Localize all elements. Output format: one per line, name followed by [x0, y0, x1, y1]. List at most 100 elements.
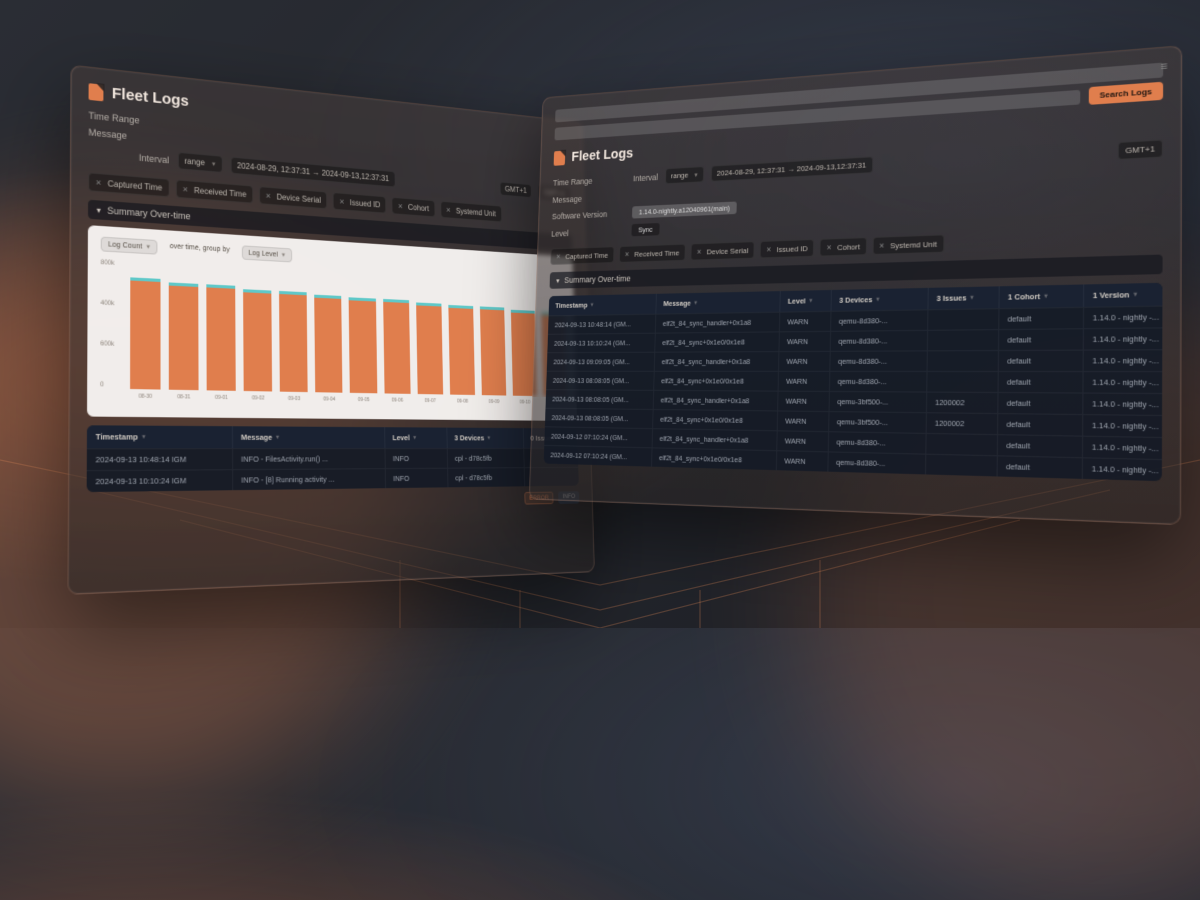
chart-group-label: over time, group by [163, 240, 235, 259]
bar [416, 302, 443, 394]
cell-ts: 2024-09-13 10:48:14 IGM [87, 448, 233, 470]
page-title: Fleet Logs [571, 145, 633, 164]
chip-received-time[interactable]: Received Time [619, 244, 686, 263]
column-header[interactable]: 3 Devices▾ [447, 428, 524, 449]
chart-group-select[interactable]: Log Level [242, 245, 292, 262]
page-title: Fleet Logs [112, 85, 189, 110]
summary-chart: Log Count over time, group by Log Level … [87, 225, 577, 421]
column-header[interactable]: Timestamp▾ [87, 425, 233, 448]
bar [349, 297, 377, 393]
chip-systemd-unit[interactable]: Systemd Unit [872, 234, 944, 255]
cell-coh: default [999, 328, 1084, 350]
bar [383, 299, 411, 394]
cell-ts: 2024-09-13 08:08:05 (GM... [546, 389, 655, 409]
cell-lvl: INFO [386, 468, 449, 488]
cell-dev: qemu-8d380-... [829, 431, 927, 453]
software-version-label: Software Version [552, 208, 626, 221]
chip-device-serial[interactable]: Device Serial [690, 241, 755, 260]
cell-lvl: WARN [779, 371, 831, 391]
column-header[interactable]: Level▾ [780, 290, 832, 312]
cell-iss [928, 308, 999, 330]
cell-msg: INFO - FilesActivity.run() ... [233, 448, 386, 469]
cell-ver: 1.14.0 - nightly -... [1083, 393, 1162, 416]
cell-iss: 1200002 [927, 392, 999, 413]
chip-issued-id[interactable]: Issued ID [760, 239, 815, 258]
menu-icon[interactable]: ≡ [1160, 60, 1167, 73]
chip-captured-time[interactable]: Captured Time [88, 172, 169, 197]
fleet-logs-panel-right: ≡ Search Logs Fleet Logs Time Range Inte… [529, 45, 1182, 525]
interval-label: Interval [139, 152, 169, 165]
cell-lvl: WARN [778, 410, 830, 431]
cell-ver: 1.14.0 - nightly -... [1083, 457, 1163, 481]
cell-ts: 2024-09-12 07:10:24 (GM... [544, 445, 653, 467]
cell-lvl: WARN [779, 351, 831, 371]
interval-select[interactable]: range [177, 152, 222, 173]
chip-device-serial[interactable]: Device Serial [259, 186, 328, 209]
cell-ts: 2024-09-13 09:09:05 (GM... [547, 352, 655, 371]
date-range-display[interactable]: 2024-08-29, 12:37:31 → 2024-09-13,12:37:… [710, 156, 873, 182]
message-label: Message [88, 127, 127, 141]
interval-select[interactable]: range [665, 166, 704, 184]
search-logs-button[interactable]: Search Logs [1089, 82, 1163, 105]
cell-ver: 1.14.0 - nightly -... [1084, 349, 1163, 371]
cell-ver: 1.14.0 - nightly -... [1083, 371, 1162, 393]
bar [130, 277, 161, 389]
bar [206, 284, 235, 391]
logs-table-left: Timestamp▾Message▾Level▾3 Devices▾0 Issu… [87, 425, 579, 492]
cell-lvl: INFO [385, 448, 448, 468]
cell-coh: default [999, 371, 1084, 393]
tz-chip[interactable]: GMT+1 [500, 182, 532, 199]
bar [279, 291, 308, 392]
cell-ver: 1.14.0 - nightly -... [1084, 305, 1163, 328]
column-header[interactable]: 3 Issues▾ [928, 286, 999, 309]
document-icon [89, 83, 104, 101]
message-label: Message [552, 192, 626, 205]
cell-lvl: WARN [778, 391, 830, 411]
cell-ts: 2024-09-12 07:10:24 (GM... [544, 426, 653, 447]
column-header[interactable]: Timestamp▾ [549, 294, 657, 316]
cell-ts: 2024-09-13 10:10:24 (GM... [547, 333, 655, 353]
bar [315, 294, 343, 393]
cell-lvl: WARN [779, 331, 831, 351]
cell-iss: 1200002 [927, 412, 999, 434]
sync-pill[interactable]: Sync [631, 223, 659, 236]
cell-ver: 1.14.0 - nightly -... [1083, 414, 1162, 437]
cell-dev: qemu-8d380-... [831, 309, 928, 331]
cell-coh: default [999, 307, 1084, 329]
chip-issued-id[interactable]: Issued ID [333, 192, 387, 214]
column-header[interactable]: 3 Devices▾ [831, 288, 928, 311]
document-icon [554, 150, 566, 165]
cell-ts: 2024-09-13 10:48:14 (GM... [548, 314, 656, 334]
cell-coh: default [998, 392, 1083, 414]
tz-label[interactable]: GMT+1 [1118, 139, 1163, 160]
chip-received-time[interactable]: Received Time [176, 179, 254, 203]
cell-ver: 1.14.0 - nightly -... [1084, 327, 1163, 349]
cell-ts: 2024-09-13 10:10:24 IGM [87, 469, 234, 492]
logs-table-right: Timestamp▾Message▾Level▾3 Devices▾3 Issu… [544, 283, 1163, 481]
cell-dev: cpl - d78c5fb [448, 467, 525, 487]
chip-cohort[interactable]: Cohort [820, 237, 867, 256]
cell-msg: elf2t_84_sync+0x1e0/0x1e8 [655, 331, 780, 351]
cell-msg: INFO - [8] Running activity ... [233, 468, 386, 490]
bar [448, 305, 475, 395]
chip-systemd-unit[interactable]: Systemd Unit [440, 201, 502, 223]
column-header[interactable]: Message▾ [233, 426, 385, 448]
cell-msg: elf2t_84_sync_handler+0x1a8 [655, 351, 780, 371]
chip-cohort[interactable]: Cohort [392, 197, 435, 218]
cell-msg: elf2t_84_sync_handler+0x1a8 [654, 390, 779, 411]
bar-chart: 800k 400k 600k 0 [100, 260, 567, 397]
time-range-label: Time Range [553, 174, 627, 187]
column-header[interactable]: Message▾ [656, 291, 780, 314]
column-header[interactable]: 1 Cohort▾ [999, 284, 1084, 308]
interval-label: Interval [633, 172, 658, 183]
cell-iss [927, 371, 999, 392]
chart-metric-select[interactable]: Log Count [101, 237, 158, 255]
column-header[interactable]: Level▾ [385, 427, 448, 448]
cell-dev: qemu-8d380-... [830, 350, 928, 371]
version-pill[interactable]: 1.14.0-nightly.a12040961(main) [632, 201, 737, 218]
column-header[interactable]: 1 Version▾ [1084, 283, 1162, 307]
chip-captured-time[interactable]: Captured Time [550, 246, 614, 265]
bar [169, 282, 199, 390]
cell-coh: default [998, 413, 1083, 436]
cell-msg: elf2t_84_sync_handler+0x1a8 [656, 312, 781, 333]
